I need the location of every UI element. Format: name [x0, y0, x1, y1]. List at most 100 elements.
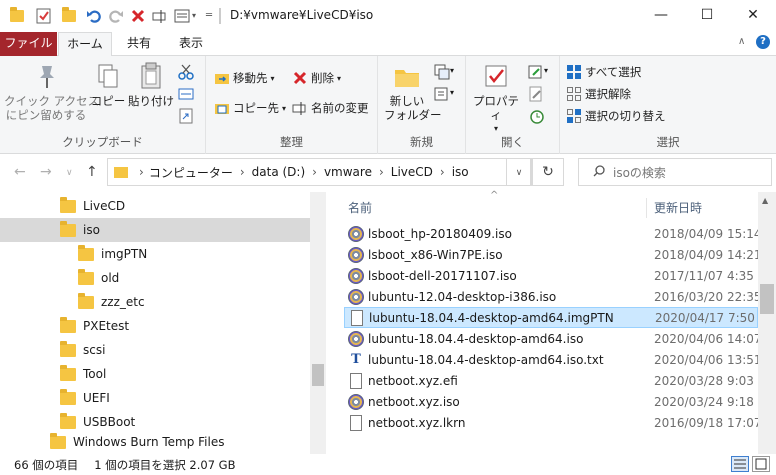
pin-quick-access-button[interactable]: クイック アクセス にピン留めする [4, 62, 99, 122]
open-icon[interactable] [528, 64, 544, 83]
new-item-dropdown-icon[interactable]: ▾ [450, 66, 454, 75]
scroll-up-icon[interactable]: ▲ [762, 196, 768, 205]
collapse-ribbon-icon[interactable]: ∧ [738, 36, 745, 47]
breadcrumb-data-drive[interactable]: data (D:) [252, 165, 306, 179]
new-item-icon[interactable] [434, 64, 450, 83]
tab-view[interactable]: 表示 [166, 32, 216, 56]
help-icon[interactable]: ? [756, 35, 770, 49]
file-row[interactable]: lubuntu-12.04-desktop-i386.iso 2016/03/20… [344, 286, 762, 307]
edit-icon[interactable] [528, 86, 544, 105]
delete-x-icon[interactable] [130, 8, 146, 24]
file-modified-date: 2020/04/06 13:51 [654, 352, 762, 367]
file-icon [350, 414, 362, 431]
disc-icon [348, 288, 364, 305]
rename-icon[interactable] [152, 8, 168, 24]
rename-button[interactable]: 名前の変更 [292, 100, 369, 116]
nav-scrollbar[interactable] [310, 192, 326, 454]
nav-tree-item[interactable]: iso [0, 218, 310, 242]
tab-share[interactable]: 共有 [116, 32, 162, 56]
breadcrumb-computer[interactable]: コンピューター [149, 164, 233, 181]
file-list-scrollbar-thumb[interactable] [760, 284, 774, 314]
nav-tree-item[interactable]: old [0, 266, 310, 290]
move-to-button[interactable]: 移動先 ▾ [214, 70, 275, 86]
folder-icon [60, 340, 76, 357]
new-folder-icon[interactable] [62, 7, 76, 22]
file-row[interactable]: lsboot_hp-20180409.iso 2018/04/09 15:14 [344, 223, 762, 244]
address-folder-icon [114, 166, 128, 178]
address-dropdown-icon[interactable]: ∨ [506, 158, 532, 186]
history-icon[interactable] [528, 108, 544, 127]
file-list-scrollbar[interactable] [758, 192, 776, 454]
paste-shortcut-icon[interactable] [178, 108, 194, 127]
copy-button[interactable]: コピー [90, 62, 126, 108]
minimize-button[interactable]: — [638, 0, 684, 30]
file-row[interactable]: netboot.xyz.lkrn 2016/09/18 17:07 [344, 412, 762, 433]
undo-icon[interactable] [86, 8, 102, 24]
nav-scrollbar-thumb[interactable] [312, 364, 324, 386]
file-row[interactable]: lubuntu-18.04.4-desktop-amd64.imgPTN 2020… [344, 307, 758, 328]
pin-icon [32, 62, 60, 90]
column-header-name[interactable]: 名前 [348, 193, 372, 223]
nav-tree-item[interactable]: UEFI [0, 386, 310, 410]
breadcrumb-iso[interactable]: iso [452, 165, 469, 179]
refresh-icon[interactable]: ↻ [532, 158, 564, 186]
maximize-button[interactable]: ☐ [684, 0, 730, 30]
copy-path-icon[interactable] [178, 86, 194, 105]
copy-to-button[interactable]: コピー先 ▾ [214, 100, 286, 116]
file-row[interactable]: netboot.xyz.efi 2020/03/28 9:03 [344, 370, 758, 391]
cut-icon[interactable] [178, 64, 194, 83]
move-to-label: 移動先 [233, 71, 268, 85]
invert-selection-icon [566, 108, 582, 124]
nav-tree-item[interactable]: Windows Burn Temp Files [0, 430, 310, 454]
file-modified-date: 2017/11/07 4:35 [654, 268, 754, 283]
column-header-modified[interactable]: 更新日時 [654, 193, 702, 223]
nav-tree-item[interactable]: LiveCD [0, 194, 310, 218]
back-arrow-icon[interactable]: ← [14, 164, 26, 180]
properties-checkbox-icon[interactable] [36, 8, 52, 24]
file-row[interactable]: lubuntu-18.04.4-desktop-amd64.iso 2020/04… [344, 328, 762, 349]
easy-access-icon[interactable] [434, 86, 450, 105]
breadcrumb-livecd[interactable]: LiveCD [391, 165, 433, 179]
select-none-button[interactable]: 選択解除 [566, 86, 631, 102]
delete-button[interactable]: 削除 ▾ [292, 70, 341, 86]
file-modified-date: 2016/03/20 22:35 [654, 289, 762, 304]
file-row[interactable]: lsboot-dell-20171107.iso 2017/11/07 4:35 [344, 265, 758, 286]
folder-icon [60, 364, 76, 381]
file-row[interactable]: netboot.xyz.iso 2020/03/24 9:18 [344, 391, 758, 412]
nav-tree-label: scsi [83, 343, 106, 357]
nav-tree-item[interactable]: imgPTN [0, 242, 310, 266]
new-group: 新しい フォルダー ▾ ▾ 新規 [378, 56, 466, 154]
details-view-button[interactable] [731, 456, 749, 472]
file-row[interactable]: Tlubuntu-18.04.4-desktop-amd64.iso.txt 20… [344, 349, 761, 370]
up-arrow-icon[interactable]: ↑ [86, 164, 98, 180]
close-button[interactable]: ✕ [730, 0, 776, 30]
address-separator: › [312, 165, 317, 179]
view-details-icon[interactable] [174, 8, 190, 24]
properties-button[interactable]: プロパティ ▾ [470, 62, 522, 136]
nav-tree-item[interactable]: scsi [0, 338, 310, 362]
search-box[interactable]: isoの検索 [578, 158, 772, 186]
paste-button[interactable]: 貼り付け [128, 62, 174, 108]
easy-access-dropdown-icon[interactable]: ▾ [450, 88, 454, 97]
tab-file[interactable]: ファイル [0, 32, 57, 56]
column-divider[interactable] [646, 198, 647, 218]
file-row[interactable]: lsboot_x86-Win7PE.iso 2018/04/09 14:21 [344, 244, 762, 265]
nav-tree-item[interactable]: zzz_etc [0, 290, 310, 314]
select-all-button[interactable]: すべて選択 [566, 64, 641, 80]
nav-tree-item[interactable]: PXEtest [0, 314, 310, 338]
tab-home[interactable]: ホーム [58, 32, 112, 57]
new-folder-button[interactable]: 新しい フォルダー [384, 62, 442, 122]
forward-arrow-icon[interactable]: → [40, 164, 52, 180]
nav-tree-item[interactable]: Tool [0, 362, 310, 386]
address-bar[interactable]: › コンピューター › data (D:) › vmware › LiveCD … [107, 158, 531, 186]
open-dropdown-icon[interactable]: ▾ [544, 66, 548, 75]
recent-locations-icon[interactable]: ∨ [66, 168, 73, 178]
large-icons-view-button[interactable] [752, 456, 770, 472]
breadcrumb-vmware[interactable]: vmware [324, 165, 372, 179]
address-separator: › [439, 165, 445, 179]
disc-icon [348, 246, 364, 263]
paste-label: 貼り付け [128, 94, 174, 108]
properties-label: プロパティ [473, 94, 519, 122]
invert-selection-button[interactable]: 選択の切り替え [566, 108, 666, 124]
redo-icon[interactable] [108, 8, 124, 24]
